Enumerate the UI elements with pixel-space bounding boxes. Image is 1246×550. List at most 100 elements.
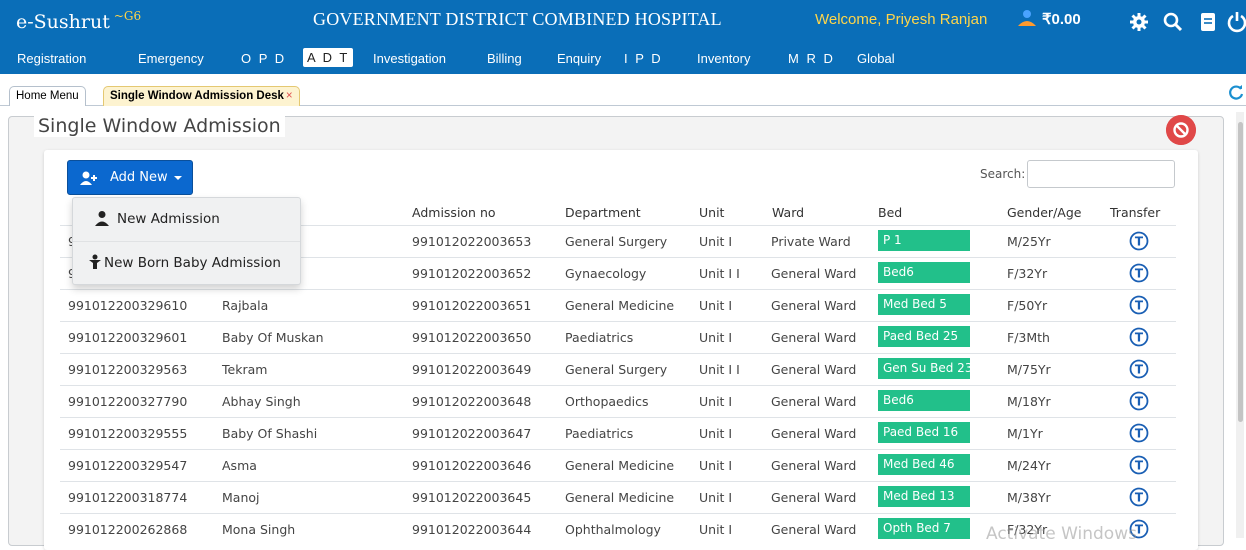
cell-admission-no: 991012022003652 — [412, 266, 532, 281]
cell-ward: General Ward — [771, 522, 857, 537]
add-new-dropdown: New Admission New Born Baby Admission — [72, 197, 301, 285]
table-row[interactable]: 991012200329601 Baby Of Muskan 99101202200… — [60, 321, 1176, 353]
header-admission-no[interactable]: Admission no — [412, 205, 496, 220]
header-unit[interactable]: Unit — [699, 205, 724, 220]
nav-opd[interactable]: O P D — [241, 51, 286, 66]
search-input[interactable] — [1027, 160, 1175, 188]
add-new-label: Add New — [110, 170, 168, 185]
caret-down-icon — [174, 176, 182, 180]
cell-gender-age: M/38Yr — [1007, 490, 1051, 505]
search-label: Search: — [980, 167, 1026, 181]
cell-department: Orthopaedics — [565, 394, 649, 409]
cell-ward: General Ward — [771, 394, 857, 409]
nav-inventory[interactable]: Inventory — [697, 51, 750, 66]
header-ward[interactable]: Ward — [772, 205, 804, 220]
transfer-icon[interactable]: T — [1129, 423, 1149, 443]
transfer-icon[interactable]: T — [1129, 231, 1149, 251]
table-row[interactable]: 991012200329547 Asma 991012022003646 Genera… — [60, 449, 1176, 481]
bed-badge: Bed6 — [878, 262, 970, 283]
nav-billing[interactable]: Billing — [487, 51, 522, 66]
transfer-icon[interactable]: T — [1129, 327, 1149, 347]
cell-ward: General Ward — [771, 458, 857, 473]
cell-department: General Medicine — [565, 490, 675, 505]
tab-single-window-admission-desk[interactable]: Single Window Admission Desk × — [103, 86, 300, 106]
header-bed[interactable]: Bed — [878, 205, 902, 220]
table-row[interactable]: 991012200318774 Manoj 991012022003645 Gener… — [60, 481, 1176, 513]
add-new-button[interactable]: Add New — [67, 160, 193, 195]
cell-gender-age: F/50Yr — [1007, 298, 1048, 313]
transfer-glyph: T — [1135, 235, 1144, 249]
transfer-glyph: T — [1135, 363, 1144, 377]
top-header: e-Sushrut ~G6 GOVERNMENT DISTRICT COMBINE… — [0, 0, 1246, 44]
transfer-glyph: T — [1135, 459, 1144, 473]
cell-patient-name: Mona Singh — [222, 522, 296, 537]
bed-badge: Med Bed 46 — [878, 454, 970, 475]
cell-admission-no: 991012022003646 — [412, 458, 532, 473]
notes-icon[interactable] — [1197, 11, 1219, 33]
tab-home-menu[interactable]: Home Menu — [9, 86, 86, 106]
nav-investigation[interactable]: Investigation — [373, 51, 446, 66]
cell-unit: Unit I — [699, 298, 733, 313]
transfer-icon[interactable]: T — [1129, 263, 1149, 283]
transfer-icon[interactable]: T — [1129, 295, 1149, 315]
cell-gender-age: M/25Yr — [1007, 234, 1051, 249]
tab-close-icon[interactable]: × — [286, 90, 293, 102]
cell-unit: Unit I — [699, 426, 733, 441]
cell-unit: Unit I — [699, 522, 733, 537]
settings-icon[interactable] — [1128, 11, 1150, 33]
nav-adt[interactable]: A D T — [303, 48, 354, 67]
transfer-glyph: T — [1135, 491, 1144, 505]
nav-registration[interactable]: Registration — [17, 51, 86, 66]
brand-version: ~G6 — [113, 9, 142, 23]
app-brand: e-Sushrut ~G6 — [16, 9, 142, 33]
cell-department: Paediatrics — [565, 426, 634, 441]
stop-icon[interactable] — [1166, 115, 1196, 145]
nav-mrd[interactable]: M R D — [788, 51, 835, 66]
table-row[interactable]: 991012200327790 Abhay Singh 99101202200364… — [60, 385, 1176, 417]
nav-ipd[interactable]: I P D — [624, 51, 663, 66]
cell-admission-no: 991012022003653 — [412, 234, 532, 249]
search-icon[interactable] — [1162, 11, 1184, 33]
main-nav: Registration Emergency O P D A D T Inves… — [0, 44, 1246, 74]
cell-admission-no: 991012022003651 — [412, 298, 532, 313]
bed-badge: Paed Bed 16 — [878, 422, 970, 443]
header-department[interactable]: Department — [565, 205, 641, 220]
power-icon[interactable] — [1226, 11, 1246, 33]
table-row[interactable]: 991012200329555 Baby Of Shashi 99101202200… — [60, 417, 1176, 449]
person-icon — [95, 211, 109, 226]
nav-emergency[interactable]: Emergency — [138, 51, 204, 66]
table-row[interactable]: 991012200329610 Rajbala 991012022003651 Gen… — [60, 289, 1176, 321]
refresh-icon[interactable] — [1228, 84, 1244, 100]
cell-cr-no: 991012200329563 — [68, 362, 188, 377]
cell-department: General Surgery — [565, 234, 668, 249]
cell-gender-age: M/1Yr — [1007, 426, 1043, 441]
bed-badge: Med Bed 13 — [878, 486, 970, 507]
cell-admission-no: 991012022003649 — [412, 362, 532, 377]
menu-item-new-admission[interactable]: New Admission — [73, 198, 300, 241]
cell-admission-no: 991012022003644 — [412, 522, 532, 537]
transfer-icon[interactable]: T — [1129, 359, 1149, 379]
transfer-icon[interactable]: T — [1129, 455, 1149, 475]
bed-badge: Bed6 — [878, 390, 970, 411]
transfer-icon[interactable]: T — [1129, 391, 1149, 411]
cell-department: General Medicine — [565, 458, 675, 473]
cell-department: General Surgery — [565, 362, 668, 377]
header-transfer[interactable]: Transfer — [1110, 205, 1160, 220]
cell-gender-age: M/75Yr — [1007, 362, 1051, 377]
user-icon[interactable] — [1016, 8, 1038, 30]
nav-enquiry[interactable]: Enquiry — [557, 51, 601, 66]
cell-patient-name: Baby Of Shashi — [222, 426, 318, 441]
menu-item-label: New Born Baby Admission — [104, 255, 281, 271]
scrollbar-thumb[interactable] — [1238, 122, 1243, 422]
baby-icon — [89, 254, 101, 269]
menu-item-new-born-baby-admission[interactable]: New Born Baby Admission — [73, 242, 300, 285]
nav-global[interactable]: Global — [857, 51, 895, 66]
table-row[interactable]: 991012200329563 Tekram 991012022003649 Gene… — [60, 353, 1176, 385]
transfer-icon[interactable]: T — [1129, 487, 1149, 507]
cell-cr-no: 991012200318774 — [68, 490, 188, 505]
cell-ward: General Ward — [771, 490, 857, 505]
header-gender-age[interactable]: Gender/Age — [1007, 205, 1081, 220]
cell-department: Ophthalmology — [565, 522, 661, 537]
tab-label: Single Window Admission Desk — [110, 90, 284, 102]
menu-item-label: New Admission — [117, 211, 220, 227]
